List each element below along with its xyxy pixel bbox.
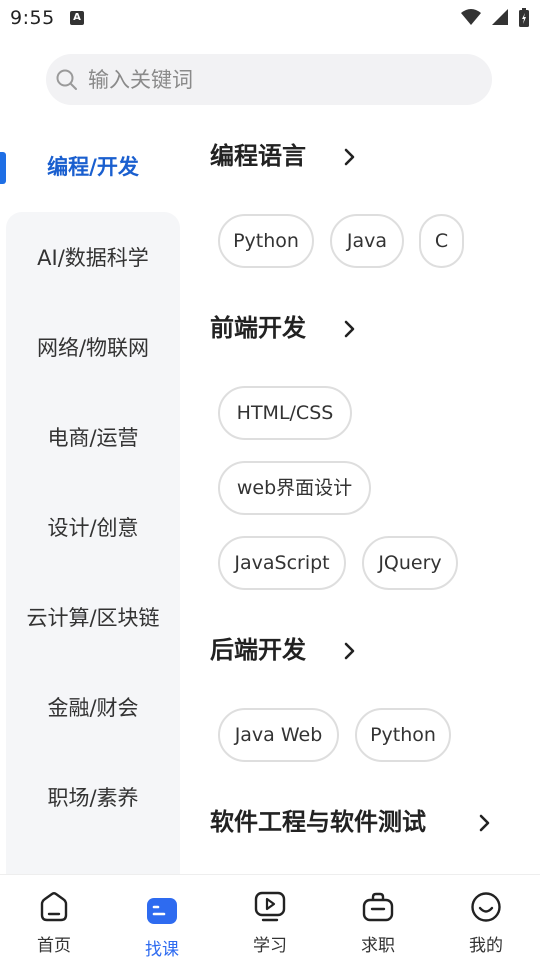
tag-python-backend[interactable]: Python (355, 708, 451, 762)
chevron-right-icon[interactable] (342, 319, 358, 339)
nav-study[interactable]: 学习 (216, 875, 324, 961)
sidebar-item-ecommerce[interactable]: 电商/运营 (6, 423, 180, 453)
section-title-frontend[interactable]: 前端开发 (210, 311, 306, 345)
home-icon (40, 892, 68, 922)
nav-find-course[interactable]: 找课 (108, 875, 216, 961)
sidebar-item-ai-data-science[interactable]: AI/数据科学 (6, 243, 180, 273)
sidebar-item-finance[interactable]: 金融/财会 (6, 693, 180, 723)
nav-profile-label: 我的 (469, 936, 503, 956)
nav-jobs[interactable]: 求职 (324, 875, 432, 961)
wifi-icon (460, 9, 481, 25)
notification-a-icon: A (70, 11, 84, 25)
status-bar: 9:55 A (0, 0, 540, 36)
tag-web-ui-design[interactable]: web界面设计 (218, 461, 371, 515)
nav-home[interactable]: 首页 (0, 875, 108, 961)
sidebar-item-programming[interactable]: 编程/开发 (6, 152, 180, 182)
status-icons (456, 8, 530, 28)
signal-icon (491, 9, 508, 25)
sidebar-item-cloud-blockchain[interactable]: 云计算/区块链 (6, 603, 180, 633)
sidebar (6, 212, 180, 876)
tag-python[interactable]: Python (218, 214, 314, 268)
chevron-right-icon[interactable] (342, 147, 358, 167)
study-icon (254, 891, 286, 922)
sidebar-item-design[interactable]: 设计/创意 (6, 513, 180, 543)
nav-home-label: 首页 (37, 936, 71, 956)
profile-icon (471, 892, 501, 922)
section-title-backend[interactable]: 后端开发 (210, 633, 306, 667)
chevron-right-icon[interactable] (342, 641, 358, 661)
nav-profile[interactable]: 我的 (432, 875, 540, 961)
section-title-programming-languages[interactable]: 编程语言 (210, 139, 306, 173)
tag-c[interactable]: C (419, 214, 464, 268)
search-input[interactable] (88, 54, 478, 105)
tag-java[interactable]: Java (330, 214, 404, 268)
nav-find-course-label: 找课 (145, 940, 179, 960)
search-icon (56, 69, 77, 90)
status-time: 9:55 (10, 7, 55, 29)
tag-jquery[interactable]: JQuery (362, 536, 458, 590)
tag-html-css[interactable]: HTML/CSS (218, 386, 352, 440)
battery-icon (519, 8, 529, 27)
tag-javascript[interactable]: JavaScript (218, 536, 346, 590)
nav-jobs-label: 求职 (361, 936, 395, 956)
bottom-nav: 首页 找课 学习 求职 我的 (0, 874, 540, 961)
sidebar-item-career[interactable]: 职场/素养 (6, 783, 180, 813)
briefcase-icon (362, 892, 394, 922)
sidebar-item-network-iot[interactable]: 网络/物联网 (6, 333, 180, 363)
section-title-software-engineering[interactable]: 软件工程与软件测试 (210, 805, 426, 839)
nav-study-label: 学习 (253, 936, 287, 956)
tag-java-web[interactable]: Java Web (218, 708, 339, 762)
chevron-right-icon[interactable] (477, 813, 493, 833)
find-course-icon (147, 898, 177, 924)
